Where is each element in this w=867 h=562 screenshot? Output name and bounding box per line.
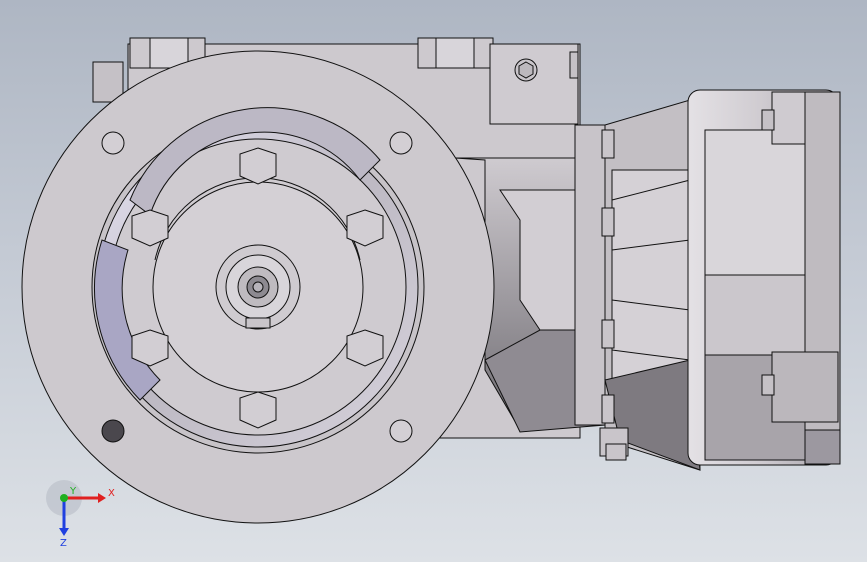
motor-body <box>687 89 841 466</box>
x-axis-arrow <box>98 493 106 503</box>
y-axis-point <box>60 494 68 502</box>
z-axis-arrow <box>59 528 69 536</box>
output-hub <box>215 244 301 330</box>
z-axis-label: Z <box>60 538 67 549</box>
orientation-triad[interactable]: X Y Z <box>40 476 120 556</box>
y-axis-label: Y <box>69 486 77 497</box>
3d-viewport[interactable]: X Y Z <box>0 0 867 562</box>
gearbox-model[interactable] <box>0 0 867 562</box>
motor-adapter <box>604 99 701 471</box>
x-axis-label: X <box>108 488 115 499</box>
